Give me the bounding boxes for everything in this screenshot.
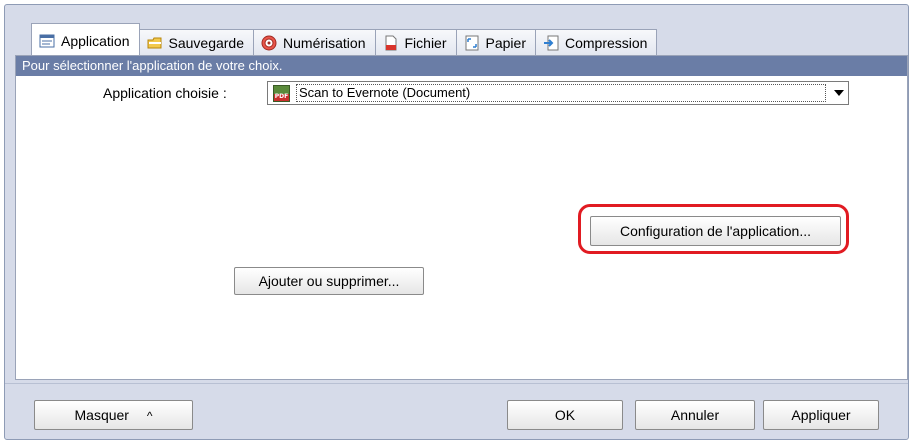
hide-button[interactable]: Masquer ^ [34, 400, 193, 430]
tab-label: Sauvegarde [168, 34, 245, 51]
chevron-up-icon: ^ [146, 409, 153, 423]
tab-label: Numérisation [283, 34, 366, 51]
tab-label: Fichier [404, 34, 447, 51]
pdf-icon: PDF [273, 84, 290, 102]
tab-numerisation[interactable]: Numérisation [253, 29, 376, 55]
tab-strip: Application Sauvegarde Numérisation Fich… [31, 23, 658, 55]
chevron-down-icon[interactable] [830, 82, 848, 104]
tab-label: Compression [564, 34, 648, 51]
cancel-button[interactable]: Annuler [635, 400, 755, 430]
application-label: Application choisie : [103, 85, 227, 101]
application-select[interactable]: PDF Scan to Evernote (Document) [267, 81, 849, 105]
ok-button[interactable]: OK [507, 400, 623, 430]
scan-icon [261, 35, 277, 51]
configure-application-button[interactable]: Configuration de l'application... [590, 216, 841, 246]
scan-settings-window: Application Sauvegarde Numérisation Fich… [4, 4, 909, 440]
add-remove-button[interactable]: Ajouter ou supprimer... [234, 267, 424, 295]
tab-papier[interactable]: Papier [455, 29, 536, 55]
file-icon [383, 35, 399, 51]
tab-fichier[interactable]: Fichier [374, 29, 457, 55]
application-select-value: Scan to Evernote (Document) [296, 84, 826, 102]
tab-application[interactable]: Application [31, 23, 140, 55]
footer-divider [5, 383, 908, 384]
tab-sauvegarde[interactable]: Sauvegarde [138, 29, 255, 55]
folder-icon [147, 35, 163, 51]
apply-button[interactable]: Appliquer [763, 400, 879, 430]
application-icon [39, 33, 55, 49]
paper-icon [464, 35, 480, 51]
tab-compression[interactable]: Compression [534, 29, 658, 55]
hide-button-label: Masquer [74, 407, 129, 423]
compression-icon [543, 35, 559, 51]
tab-label: Application [61, 32, 130, 49]
info-bar: Pour sélectionner l'application de votre… [16, 56, 907, 76]
tab-label: Papier [485, 34, 526, 51]
